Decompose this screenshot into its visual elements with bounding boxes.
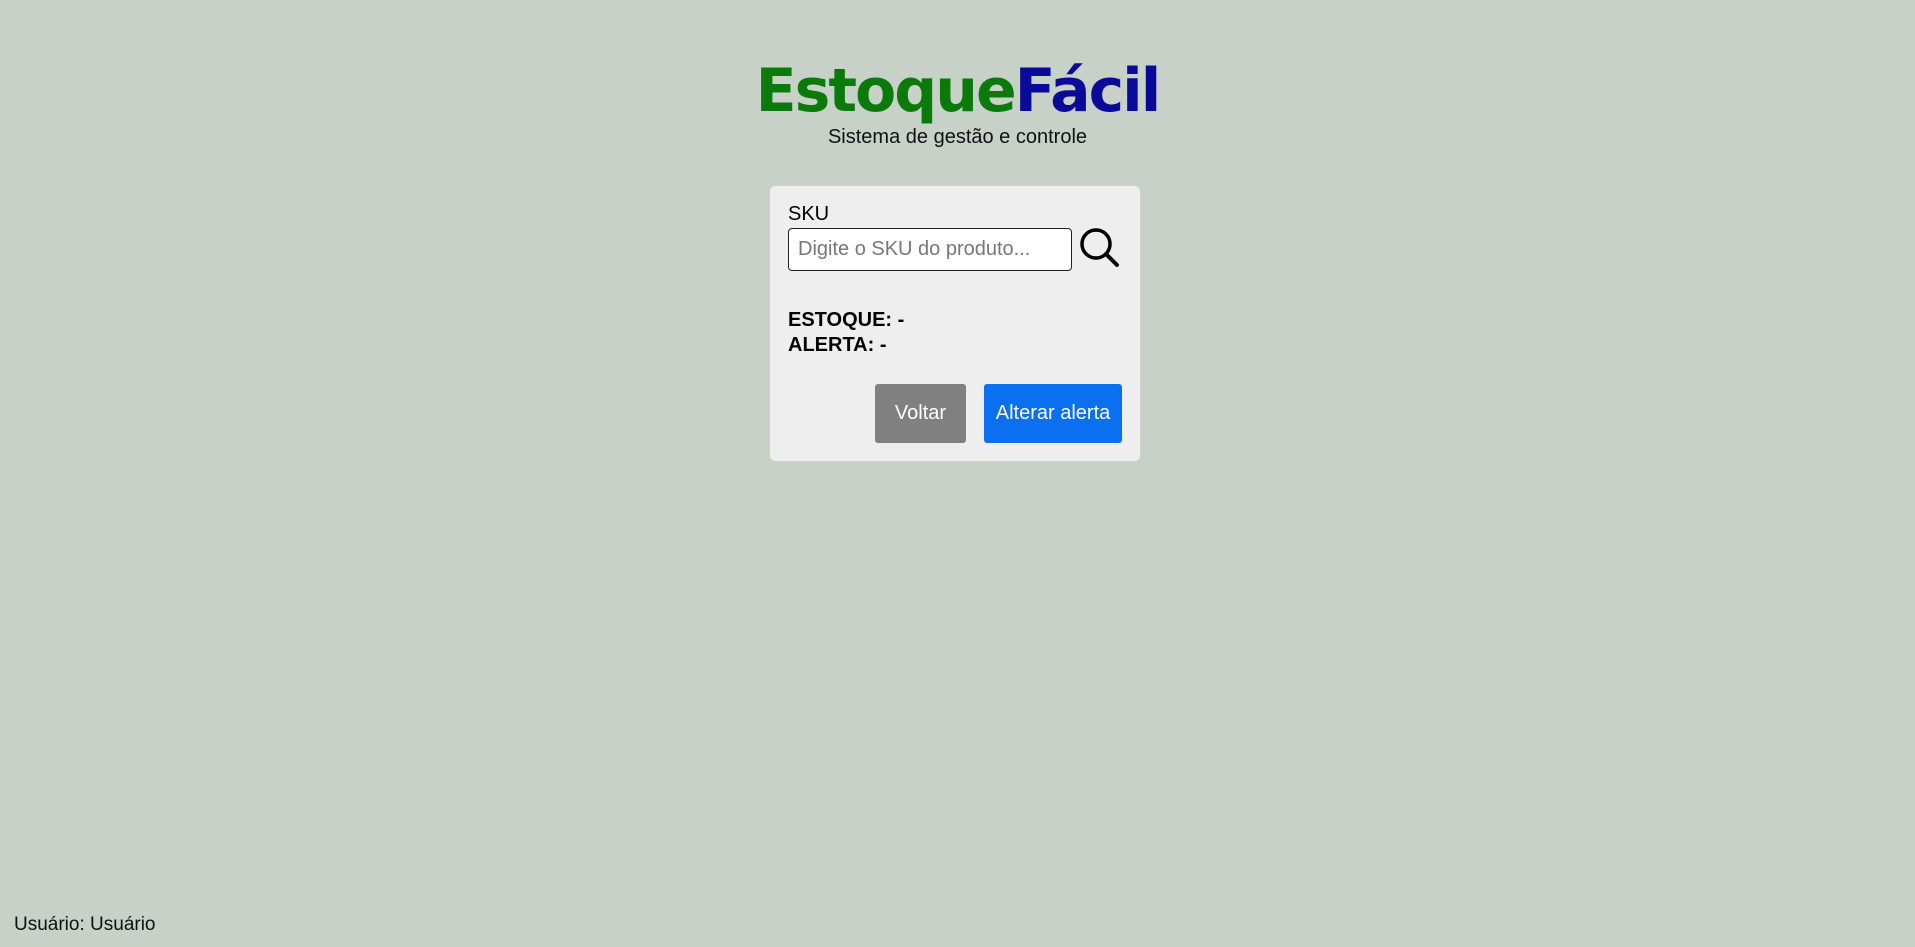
current-user: Usuário: Usuário <box>14 914 156 935</box>
change-alert-button[interactable]: Alterar alerta <box>984 384 1122 443</box>
page: EstoqueFácil Sistema de gestão e control… <box>0 0 1915 947</box>
sku-input[interactable] <box>788 228 1072 271</box>
alert-value: ALERTA: - <box>788 334 887 356</box>
search-icon <box>1080 228 1119 267</box>
app-subtitle: Sistema de gestão e controle <box>827 126 1088 148</box>
logo-part-facil: Fácil <box>1014 56 1162 126</box>
search-button[interactable] <box>1078 226 1122 270</box>
logo-part-estoque: Estoque <box>755 56 1017 126</box>
app-logo: EstoqueFácil <box>0 56 1915 126</box>
sku-label: SKU <box>788 203 830 225</box>
stock-alert-card: SKU ESTOQUE: - ALERTA: - Voltar Alterar … <box>770 186 1140 461</box>
stock-value: ESTOQUE: - <box>788 309 905 331</box>
back-button[interactable]: Voltar <box>875 384 966 443</box>
